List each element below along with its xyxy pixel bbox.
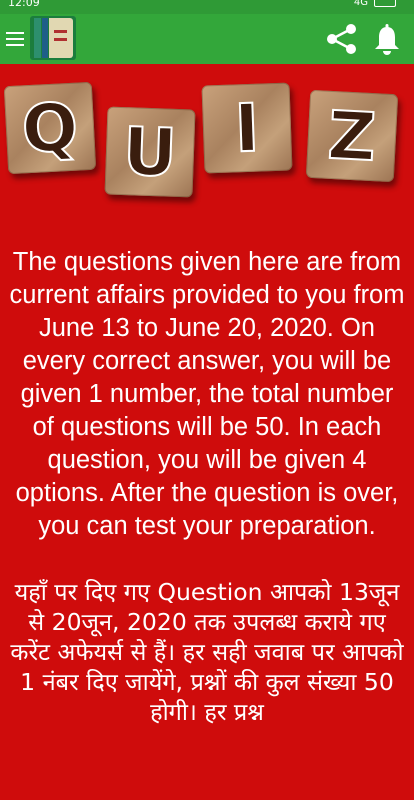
bell-icon[interactable] bbox=[372, 24, 402, 56]
app-toolbar bbox=[0, 14, 414, 64]
quiz-tile-q: Q bbox=[3, 81, 97, 175]
quiz-tile-z: Z bbox=[305, 89, 399, 183]
quiz-tile-i: I bbox=[201, 82, 293, 174]
tile-letter: Q bbox=[19, 87, 81, 169]
hindi-paragraph: यहाँ पर दिए गए Question आपको 13जून से 20… bbox=[10, 578, 404, 726]
status-bar: 12:09 4G bbox=[0, 0, 414, 14]
quiz-tile-u: U bbox=[104, 106, 196, 198]
tile-letter: Z bbox=[325, 95, 379, 176]
english-paragraph: The questions given here are from curren… bbox=[9, 248, 405, 540]
hamburger-icon[interactable] bbox=[6, 32, 24, 46]
quiz-description: The questions given here are from curren… bbox=[0, 246, 414, 727]
network-indicator: 4G bbox=[353, 0, 368, 8]
status-time: 12:09 bbox=[8, 0, 40, 9]
quiz-banner: Q U I Z bbox=[0, 64, 414, 204]
tile-letter: U bbox=[121, 112, 179, 193]
tile-letter: I bbox=[232, 88, 261, 168]
share-icon[interactable] bbox=[326, 24, 358, 54]
books-icon[interactable] bbox=[30, 16, 76, 60]
battery-icon bbox=[374, 0, 396, 7]
